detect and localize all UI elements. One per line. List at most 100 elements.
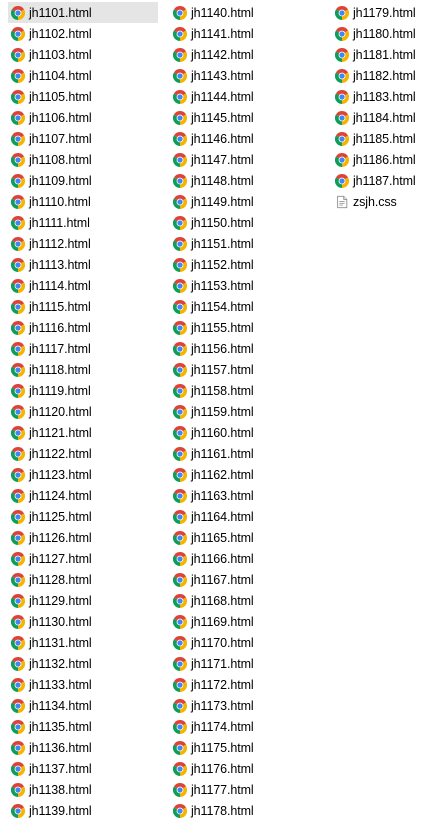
file-item[interactable]: jh1153.html — [170, 275, 320, 296]
chrome-html-icon — [173, 782, 187, 797]
file-item[interactable]: jh1142.html — [170, 44, 320, 65]
file-item[interactable]: jh1105.html — [8, 86, 158, 107]
file-item[interactable]: jh1185.html — [332, 128, 445, 149]
file-item[interactable]: jh1129.html — [8, 590, 158, 611]
file-item[interactable]: jh1117.html — [8, 338, 158, 359]
file-item[interactable]: jh1131.html — [8, 632, 158, 653]
file-name: jh1177.html — [191, 782, 254, 797]
file-item[interactable]: jh1184.html — [332, 107, 445, 128]
file-item[interactable]: jh1135.html — [8, 716, 158, 737]
chrome-html-icon — [11, 257, 25, 272]
file-item[interactable]: jh1183.html — [332, 86, 445, 107]
file-item[interactable]: jh1106.html — [8, 107, 158, 128]
file-item[interactable]: jh1178.html — [170, 800, 320, 821]
file-item[interactable]: jh1101.html — [8, 2, 158, 23]
file-item[interactable]: jh1137.html — [8, 758, 158, 779]
file-item[interactable]: jh1143.html — [170, 65, 320, 86]
file-item[interactable]: jh1141.html — [170, 23, 320, 44]
file-item[interactable]: jh1160.html — [170, 422, 320, 443]
file-item[interactable]: jh1187.html — [332, 170, 445, 191]
file-item[interactable]: jh1182.html — [332, 65, 445, 86]
file-name: jh1176.html — [191, 761, 254, 776]
chrome-html-icon — [11, 593, 25, 608]
file-item[interactable]: jh1176.html — [170, 758, 320, 779]
file-item[interactable]: jh1107.html — [8, 128, 158, 149]
file-item[interactable]: jh1115.html — [8, 296, 158, 317]
file-item[interactable]: jh1132.html — [8, 653, 158, 674]
file-item[interactable]: jh1139.html — [8, 800, 158, 821]
file-item[interactable]: jh1136.html — [8, 737, 158, 758]
file-item[interactable]: jh1158.html — [170, 380, 320, 401]
file-item[interactable]: jh1102.html — [8, 23, 158, 44]
file-item[interactable]: jh1125.html — [8, 506, 158, 527]
file-item[interactable]: jh1126.html — [8, 527, 158, 548]
file-name: zsjh.css — [353, 194, 397, 209]
file-item[interactable]: jh1165.html — [170, 527, 320, 548]
file-item[interactable]: jh1116.html — [8, 317, 158, 338]
file-item[interactable]: jh1110.html — [8, 191, 158, 212]
file-item[interactable]: jh1147.html — [170, 149, 320, 170]
file-item[interactable]: jh1118.html — [8, 359, 158, 380]
file-item[interactable]: jh1123.html — [8, 464, 158, 485]
file-item[interactable]: jh1130.html — [8, 611, 158, 632]
file-item[interactable]: jh1170.html — [170, 632, 320, 653]
file-item[interactable]: jh1162.html — [170, 464, 320, 485]
file-item[interactable]: jh1154.html — [170, 296, 320, 317]
file-item[interactable]: jh1144.html — [170, 86, 320, 107]
file-item[interactable]: jh1181.html — [332, 44, 445, 65]
file-name: jh1133.html — [29, 677, 92, 692]
file-item[interactable]: jh1104.html — [8, 65, 158, 86]
file-item[interactable]: jh1179.html — [332, 2, 445, 23]
file-item[interactable]: jh1108.html — [8, 149, 158, 170]
file-item[interactable]: jh1120.html — [8, 401, 158, 422]
file-item[interactable]: jh1109.html — [8, 170, 158, 191]
file-item[interactable]: jh1113.html — [8, 254, 158, 275]
file-item[interactable]: jh1161.html — [170, 443, 320, 464]
file-item[interactable]: jh1146.html — [170, 128, 320, 149]
file-item[interactable]: jh1121.html — [8, 422, 158, 443]
file-item[interactable]: jh1175.html — [170, 737, 320, 758]
file-name: jh1142.html — [191, 47, 254, 62]
file-name: jh1141.html — [191, 26, 254, 41]
file-item[interactable]: jh1173.html — [170, 695, 320, 716]
file-item[interactable]: jh1180.html — [332, 23, 445, 44]
file-item[interactable]: jh1156.html — [170, 338, 320, 359]
chrome-html-icon — [335, 68, 349, 83]
file-item[interactable]: jh1133.html — [8, 674, 158, 695]
file-item[interactable]: jh1119.html — [8, 380, 158, 401]
file-item[interactable]: jh1186.html — [332, 149, 445, 170]
file-item[interactable]: jh1128.html — [8, 569, 158, 590]
file-item[interactable]: jh1152.html — [170, 254, 320, 275]
file-item[interactable]: jh1171.html — [170, 653, 320, 674]
file-item[interactable]: jh1134.html — [8, 695, 158, 716]
file-item[interactable]: jh1127.html — [8, 548, 158, 569]
file-item[interactable]: jh1155.html — [170, 317, 320, 338]
file-item[interactable]: jh1145.html — [170, 107, 320, 128]
file-item[interactable]: jh1157.html — [170, 359, 320, 380]
file-item[interactable]: jh1159.html — [170, 401, 320, 422]
file-item[interactable]: jh1148.html — [170, 170, 320, 191]
file-item[interactable]: jh1138.html — [8, 779, 158, 800]
file-item[interactable]: jh1174.html — [170, 716, 320, 737]
file-item[interactable]: jh1164.html — [170, 506, 320, 527]
file-item[interactable]: jh1124.html — [8, 485, 158, 506]
file-item[interactable]: jh1111.html — [8, 212, 158, 233]
file-item[interactable]: jh1112.html — [8, 233, 158, 254]
file-item[interactable]: jh1169.html — [170, 611, 320, 632]
file-item[interactable]: jh1149.html — [170, 191, 320, 212]
file-item[interactable]: jh1122.html — [8, 443, 158, 464]
file-name: jh1102.html — [29, 26, 92, 41]
file-item[interactable]: jh1167.html — [170, 569, 320, 590]
file-item[interactable]: jh1166.html — [170, 548, 320, 569]
file-item[interactable]: jh1151.html — [170, 233, 320, 254]
file-item[interactable]: jh1140.html — [170, 2, 320, 23]
file-item[interactable]: jh1163.html — [170, 485, 320, 506]
file-item[interactable]: jh1150.html — [170, 212, 320, 233]
file-item[interactable]: jh1172.html — [170, 674, 320, 695]
file-item[interactable]: jh1103.html — [8, 44, 158, 65]
file-item[interactable]: jh1177.html — [170, 779, 320, 800]
file-name: jh1181.html — [353, 47, 416, 62]
file-item[interactable]: jh1114.html — [8, 275, 158, 296]
file-item[interactable]: jh1168.html — [170, 590, 320, 611]
file-item[interactable]: zsjh.css — [332, 191, 445, 212]
